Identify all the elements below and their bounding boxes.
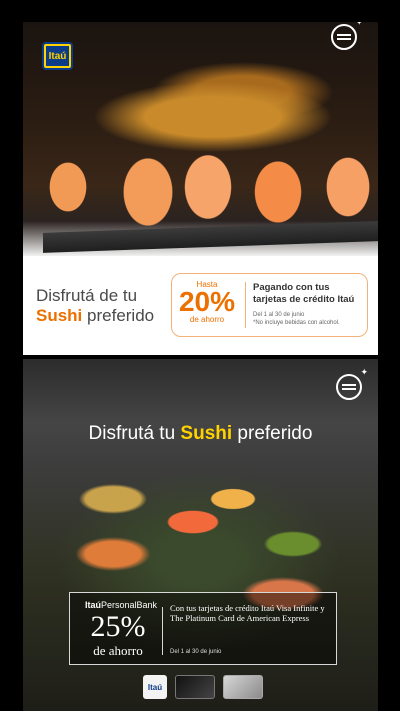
headline-rest: preferido (82, 306, 155, 325)
offer-box: Hasta 20% de ahorro Pagando con tus tarj… (171, 273, 368, 337)
date-range: Del 1 al 30 de junio (170, 649, 222, 655)
amex-platinum-card-icon (223, 675, 263, 699)
promo-card-25[interactable]: Disfrutá tu Sushi preferido ItaúPersonal… (23, 359, 378, 711)
itau-logo: Itaú (42, 42, 73, 70)
title-accent: Sushi (180, 423, 233, 444)
restaurant-emblem-icon (336, 367, 368, 400)
card-condition: Con tus tarjetas de crédito Itaú Visa In… (170, 603, 325, 623)
promo-card-20[interactable]: Itaú Disfrutá de tu Sushi preferido Hast… (23, 22, 378, 355)
promo-headline: Disfrutá de tu Sushi preferido (36, 286, 176, 326)
itau-logo: Itaú (143, 675, 167, 699)
headline-line1: Disfrutá de tu (36, 286, 138, 305)
brand-bold: Itaú (85, 600, 102, 610)
divider (245, 282, 246, 328)
offer-terms: Pagando con tus tarjetas de crédito Itaú… (253, 282, 363, 327)
discount-save-label: de ahorro (93, 643, 143, 658)
sushi-photo (23, 22, 378, 256)
personal-bank-logo: ItaúPersonalBank (85, 600, 157, 610)
discount-percent: 20% (178, 286, 236, 317)
promo-title: Disfrutá tu Sushi preferido (23, 423, 378, 445)
headline-accent: Sushi (36, 306, 83, 325)
discount-block: Hasta 20% de ahorro (172, 274, 242, 336)
visa-infinite-card-icon (175, 675, 215, 699)
title-suffix: preferido (232, 423, 313, 444)
offer-dates: Del 1 al 30 de junio *No incluye bebidas… (253, 311, 363, 327)
alcohol-note: *No incluye bebidas con alcohol. (253, 320, 340, 326)
discount-percent: 25% (90, 610, 146, 643)
divider (162, 607, 163, 655)
footer-logos: Itaú (143, 672, 263, 702)
date-range: Del 1 al 30 de junio (253, 312, 305, 318)
payment-condition: Pagando con tus tarjetas de crédito Itaú (253, 282, 355, 305)
restaurant-emblem-icon (331, 22, 363, 50)
title-prefix: Disfrutá tu (88, 423, 181, 444)
promo-info: Disfrutá de tu Sushi preferido Hasta 20%… (23, 256, 378, 355)
brand-rest: PersonalBank (101, 600, 158, 610)
offer-box: ItaúPersonalBank 25% de ahorro Con tus t… (69, 592, 337, 665)
